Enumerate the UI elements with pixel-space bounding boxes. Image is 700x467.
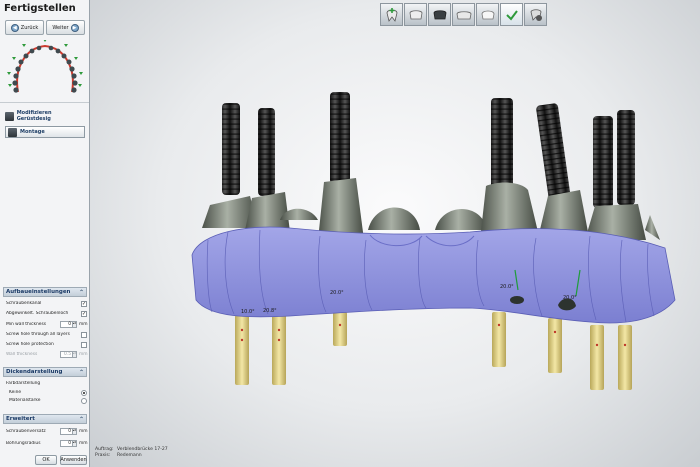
screw-offset-unit: mm (79, 429, 88, 434)
angle-label: 20.0° (563, 295, 577, 301)
mounting-icon (8, 127, 17, 137)
angled-screw-label: Abgewinkelt. Schraubenloch (6, 311, 69, 316)
wall-thickness-input[interactable]: 0.5 (60, 351, 73, 358)
angle-label: 20.0° (330, 290, 344, 296)
screw-through-row: Screw hole through all layers (6, 330, 87, 339)
crown-icon (409, 9, 422, 19)
wall-thickness-row: Wall thickness 0.5 ▴▾ mm (6, 350, 88, 359)
option-material-label: Materialstärke (9, 398, 41, 403)
angle-label: 20.0° (500, 284, 514, 290)
angled-screw-checkbox[interactable]: ✓ (81, 310, 87, 317)
section-header-settings[interactable]: Aufbaueinstellungen ⌃ (3, 287, 87, 297)
tooth-add-icon (386, 7, 397, 22)
bridge-icon (456, 10, 471, 19)
toolbar-button-3[interactable] (452, 3, 475, 26)
toolbar-button-2[interactable] (428, 3, 451, 26)
chevron-up-icon: ⌃ (78, 415, 84, 423)
option-none-radio[interactable] (81, 389, 87, 396)
hole-radius-row: Bohrungsradius 0 ▴▾ mm (6, 439, 88, 448)
order-value: Verblendbrücke 17-27 (117, 447, 168, 452)
screw-through-checkbox[interactable] (81, 331, 87, 338)
section-header-extended[interactable]: Erweitert ⌃ (3, 414, 87, 424)
option-none-label: Keine (9, 390, 22, 395)
option-material-row[interactable]: Materialstärke (9, 396, 87, 405)
hole-radius-label: Bohrungsradius (6, 441, 41, 446)
back-label: Zurück (20, 24, 39, 31)
toolbar-button-5[interactable] (500, 3, 523, 26)
tooth-gear-icon (530, 8, 542, 21)
screw-offset-label: Schraubenversatz (6, 429, 46, 434)
implant-posts (235, 312, 632, 390)
screw-channel-row: Schraubenkanal ✓ (6, 299, 87, 308)
color-display-group: Farbdarstellung (6, 379, 87, 388)
screw-through-label: Screw hole through all layers (6, 332, 70, 337)
screw-channel-label: Schraubenkanal (6, 301, 42, 306)
view-toolbar (380, 3, 547, 27)
min-wall-input[interactable]: 0 (60, 321, 73, 328)
min-wall-unit: mm (79, 322, 88, 327)
hole-radius-spinner[interactable]: ▴▾ (73, 440, 77, 447)
hole-radius-input[interactable]: 0 (60, 440, 73, 447)
screw-channel-checkbox[interactable]: ✓ (81, 300, 87, 307)
wall-thickness-spinner[interactable]: ▴▾ (73, 351, 77, 358)
practice-line: Praxis: Redemann (95, 453, 168, 459)
screw-protect-row: Screw hole protection (6, 340, 87, 349)
section-title-settings: Aufbaueinstellungen (6, 289, 71, 295)
screw-offset-input[interactable]: 0 (60, 428, 73, 435)
order-info: Auftrag: Verblendbrücke 17-27 Praxis: Rede… (95, 447, 168, 459)
next-label: Weiter (52, 24, 69, 31)
ok-button[interactable]: OK (35, 455, 57, 465)
post-markers (240, 323, 627, 347)
step-modify-label: Modifizieren Gerüstdesig (16, 110, 52, 122)
angle-label: 20.8° (263, 308, 277, 314)
angle-label: 10.0° (241, 309, 255, 315)
apply-button[interactable]: Anwenden (60, 455, 87, 465)
divider (0, 102, 89, 103)
arrow-left-icon: ◀ (10, 23, 19, 32)
jaw-overview-icon (7, 40, 83, 93)
dark-crown-icon (433, 9, 446, 19)
side-panel: Fertigstellen ◀ Zurück Weiter ▶ Modifizi… (0, 0, 90, 467)
3d-viewport[interactable]: 10.0° 20.8° 20.0° 20.0° 20.0° Auftrag: V… (90, 0, 700, 467)
step-modify-framework[interactable]: Modifizieren Gerüstdesig (5, 110, 85, 122)
crown-outline-icon (481, 10, 494, 19)
option-material-radio[interactable] (81, 397, 87, 404)
screw-offset-spinner[interactable]: ▴▾ (73, 428, 77, 435)
screw-offset-row: Schraubenversatz 0 ▴▾ mm (6, 427, 88, 436)
screw-protect-checkbox[interactable] (81, 341, 87, 348)
arrow-right-icon: ▶ (70, 23, 79, 32)
toolbar-button-0[interactable] (380, 3, 403, 26)
check-icon (505, 9, 518, 21)
screw-protect-label: Screw hole protection (6, 342, 54, 347)
min-wall-row: Min wall thickness 0 ▴▾ mm (6, 320, 88, 329)
chevron-up-icon: ⌃ (78, 288, 84, 296)
implant-screws (222, 92, 635, 208)
toolbar-button-1[interactable] (404, 3, 427, 26)
section-title-display: Dickendarstellung (6, 369, 63, 375)
step-mount-label: Montage (20, 129, 45, 135)
toolbar-button-6[interactable] (524, 3, 547, 26)
wall-thickness-unit: mm (79, 352, 88, 357)
color-display-label: Farbdarstellung (6, 381, 41, 386)
wall-thickness-label: Wall thickness (6, 352, 38, 357)
section-header-display[interactable]: Dickendarstellung ⌃ (3, 367, 87, 377)
hole-radius-unit: mm (79, 441, 88, 446)
next-button[interactable]: Weiter ▶ (46, 20, 85, 35)
back-button[interactable]: ◀ Zurück (5, 20, 44, 35)
toolbar-button-4[interactable] (476, 3, 499, 26)
min-wall-spinner[interactable]: ▴▾ (73, 321, 77, 328)
practice-key: Praxis: (95, 453, 111, 458)
panel-title: Fertigstellen (4, 3, 76, 14)
bridge-model-render[interactable]: 10.0° 20.8° 20.0° 20.0° 20.0° (90, 0, 700, 467)
section-title-extended: Erweitert (6, 416, 35, 422)
step-mounting[interactable]: Montage (5, 126, 85, 138)
practice-value: Redemann (117, 453, 142, 458)
min-wall-label: Min wall thickness (6, 322, 47, 327)
angled-screw-row: Abgewinkelt. Schraubenloch ✓ (6, 309, 87, 318)
chevron-up-icon: ⌃ (78, 368, 84, 376)
framework-icon (5, 111, 14, 121)
